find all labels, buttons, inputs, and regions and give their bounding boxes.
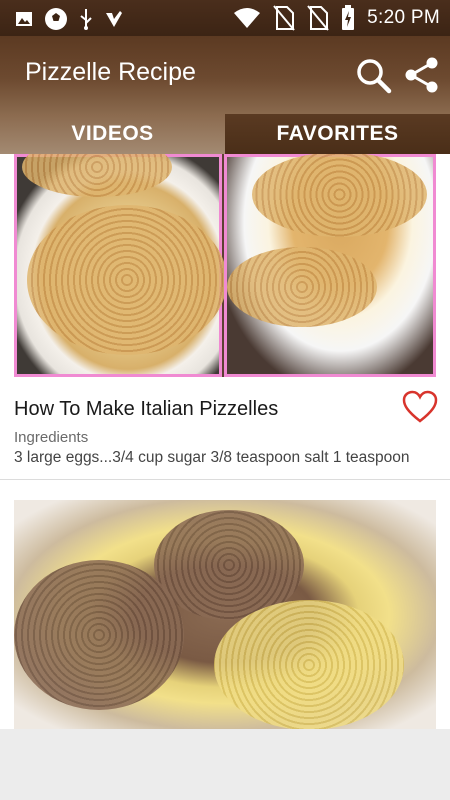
recipe-title[interactable]: How To Make Italian Pizzelles bbox=[14, 398, 278, 421]
recipe-ingredients-label: Ingredients bbox=[14, 429, 89, 446]
pizzelle-cookie bbox=[22, 154, 172, 197]
app-title: Pizzelle Recipe bbox=[25, 58, 196, 86]
no-sim-icon bbox=[307, 5, 329, 31]
search-icon bbox=[357, 59, 392, 94]
status-time: 5:20 PM bbox=[367, 7, 440, 28]
recipe-ingredients-text: 3 large eggs...3/4 cup sugar 3/8 teaspoo… bbox=[14, 449, 410, 466]
usb-icon bbox=[80, 9, 92, 30]
recipe-thumbnail[interactable] bbox=[14, 500, 436, 729]
pizzelle-cookie bbox=[14, 560, 184, 710]
pizzelle-photo-left bbox=[14, 154, 227, 377]
favorites-list[interactable]: How To Make Italian Pizzelles Ingredient… bbox=[0, 154, 450, 729]
pizzelle-cookie bbox=[27, 205, 227, 355]
share-icon bbox=[405, 57, 438, 93]
divider bbox=[0, 479, 450, 480]
pizzelle-cookie bbox=[227, 247, 377, 327]
recipe-thumbnail[interactable] bbox=[14, 154, 436, 377]
tab-favorites[interactable]: FAVORITES bbox=[225, 114, 450, 154]
pizzelle-cookie bbox=[252, 154, 427, 237]
search-button[interactable] bbox=[354, 56, 394, 94]
no-sim-icon bbox=[273, 5, 295, 31]
pizzelle-photo-right bbox=[224, 154, 436, 377]
share-button[interactable] bbox=[402, 56, 442, 94]
checkmark-app-icon bbox=[106, 11, 122, 27]
status-bar: 5:20 PM bbox=[0, 0, 450, 36]
tab-videos[interactable]: VIDEOS bbox=[0, 114, 225, 154]
battery-charging-icon bbox=[342, 5, 355, 30]
wifi-icon bbox=[234, 8, 261, 28]
pizzelle-cookie bbox=[214, 600, 404, 729]
app-toolbar: Pizzelle Recipe bbox=[0, 36, 450, 114]
favorite-button[interactable] bbox=[402, 390, 438, 424]
notification-icons bbox=[14, 7, 124, 31]
soccer-ball-icon bbox=[45, 8, 67, 30]
system-icons: 5:20 PM bbox=[233, 5, 440, 31]
tab-bar: VIDEOS FAVORITES bbox=[0, 114, 450, 154]
heart-icon bbox=[402, 390, 438, 423]
bottom-area bbox=[0, 729, 450, 800]
image-icon bbox=[16, 12, 32, 26]
